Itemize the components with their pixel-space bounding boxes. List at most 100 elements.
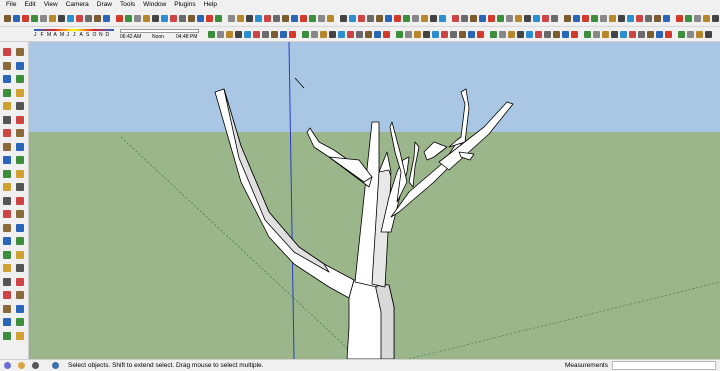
view-tool-icon[interactable] bbox=[611, 31, 618, 38]
view-tool-icon[interactable] bbox=[280, 31, 287, 38]
toolbar-tool-icon[interactable] bbox=[712, 15, 719, 22]
toolbar-tool-icon[interactable] bbox=[461, 15, 468, 22]
toolbar-tool-icon[interactable] bbox=[94, 15, 101, 22]
toolbar-tool-icon[interactable] bbox=[13, 15, 20, 22]
view-tool-icon[interactable] bbox=[620, 31, 627, 38]
toolbar-tool-icon[interactable] bbox=[58, 15, 65, 22]
view-tool-icon[interactable] bbox=[517, 31, 524, 38]
toolbar-tool-icon[interactable] bbox=[524, 15, 531, 22]
toolbar-tool-icon[interactable] bbox=[367, 15, 374, 22]
toolbar-tool-icon[interactable] bbox=[533, 15, 540, 22]
view-tool-icon[interactable] bbox=[535, 31, 542, 38]
view-tool-icon[interactable] bbox=[356, 31, 363, 38]
view-tool-icon[interactable] bbox=[374, 31, 381, 38]
toolbar-tool-icon[interactable] bbox=[282, 15, 289, 22]
credits-icon[interactable] bbox=[18, 362, 25, 369]
view-tool-icon[interactable] bbox=[311, 31, 318, 38]
toolbar-tool-icon[interactable] bbox=[430, 15, 437, 22]
left-tool-icon[interactable] bbox=[3, 169, 11, 178]
toolbar-tool-icon[interactable] bbox=[479, 15, 486, 22]
toolbar-tool-icon[interactable] bbox=[4, 15, 11, 22]
left-tool-icon[interactable] bbox=[3, 291, 11, 299]
left-tool-icon[interactable] bbox=[3, 196, 11, 205]
toolbar-tool-icon[interactable] bbox=[264, 15, 271, 22]
model-viewport[interactable] bbox=[29, 42, 720, 359]
view-tool-icon[interactable] bbox=[571, 31, 578, 38]
view-tool-icon[interactable] bbox=[320, 31, 327, 38]
toolbar-tool-icon[interactable] bbox=[67, 15, 74, 22]
toolbar-tool-icon[interactable] bbox=[206, 15, 213, 22]
toolbar-tool-icon[interactable] bbox=[134, 15, 141, 22]
toolbar-tool-icon[interactable] bbox=[600, 15, 607, 22]
toolbar-tool-icon[interactable] bbox=[694, 15, 701, 22]
toolbar-tool-icon[interactable] bbox=[40, 15, 47, 22]
toolbar-tool-icon[interactable] bbox=[309, 15, 316, 22]
left-tool-icon[interactable] bbox=[3, 48, 11, 56]
left-tool-icon[interactable] bbox=[3, 210, 11, 218]
toolbar-tool-icon[interactable] bbox=[273, 15, 280, 22]
left-tool-icon[interactable] bbox=[3, 223, 11, 232]
left-tool-icon[interactable] bbox=[3, 88, 11, 97]
toolbar-tool-icon[interactable] bbox=[376, 15, 383, 22]
view-tool-icon[interactable] bbox=[705, 31, 712, 38]
toolbar-tool-icon[interactable] bbox=[676, 15, 683, 22]
toolbar-tool-icon[interactable] bbox=[76, 15, 83, 22]
measurements-field[interactable] bbox=[612, 361, 716, 370]
view-tool-icon[interactable] bbox=[226, 31, 233, 38]
user-icon[interactable] bbox=[32, 362, 39, 369]
left-tool-icon[interactable] bbox=[16, 237, 24, 245]
help-icon[interactable] bbox=[52, 362, 59, 369]
view-tool-icon[interactable] bbox=[696, 31, 703, 38]
geo-location-icon[interactable] bbox=[4, 362, 11, 369]
toolbar-tool-icon[interactable] bbox=[103, 15, 110, 22]
menu-draw[interactable]: Draw bbox=[93, 0, 116, 10]
toolbar-tool-icon[interactable] bbox=[421, 15, 428, 22]
left-tool-icon[interactable] bbox=[3, 250, 11, 259]
toolbar-tool-icon[interactable] bbox=[246, 15, 253, 22]
toolbar-tool-icon[interactable] bbox=[488, 15, 495, 22]
view-tool-icon[interactable] bbox=[441, 31, 448, 38]
view-tool-icon[interactable] bbox=[544, 31, 551, 38]
view-tool-icon[interactable] bbox=[678, 31, 685, 38]
left-tool-icon[interactable] bbox=[3, 318, 11, 326]
view-tool-icon[interactable] bbox=[665, 31, 672, 38]
scene-canvas[interactable] bbox=[29, 42, 720, 359]
toolbar-tool-icon[interactable] bbox=[452, 15, 459, 22]
toolbar-tool-icon[interactable] bbox=[551, 15, 558, 22]
view-tool-icon[interactable] bbox=[271, 31, 278, 38]
view-tool-icon[interactable] bbox=[302, 31, 309, 38]
view-tool-icon[interactable] bbox=[235, 31, 242, 38]
toolbar-tool-icon[interactable] bbox=[31, 15, 38, 22]
view-tool-icon[interactable] bbox=[553, 31, 560, 38]
view-tool-icon[interactable] bbox=[459, 31, 466, 38]
toolbar-tool-icon[interactable] bbox=[116, 15, 123, 22]
toolbar-tool-icon[interactable] bbox=[161, 15, 168, 22]
time-slider[interactable] bbox=[120, 29, 199, 33]
view-tool-icon[interactable] bbox=[647, 31, 654, 38]
toolbar-tool-icon[interactable] bbox=[228, 15, 235, 22]
toolbar-tool-icon[interactable] bbox=[237, 15, 244, 22]
left-tool-icon[interactable] bbox=[3, 331, 11, 340]
view-tool-icon[interactable] bbox=[208, 31, 215, 38]
view-tool-icon[interactable] bbox=[602, 31, 609, 38]
view-tool-icon[interactable] bbox=[365, 31, 372, 38]
left-tool-icon[interactable] bbox=[16, 156, 24, 164]
view-tool-icon[interactable] bbox=[656, 31, 663, 38]
left-tool-icon[interactable] bbox=[16, 48, 24, 56]
toolbar-tool-icon[interactable] bbox=[349, 15, 356, 22]
toolbar-tool-icon[interactable] bbox=[582, 15, 589, 22]
view-tool-icon[interactable] bbox=[289, 31, 296, 38]
toolbar-tool-icon[interactable] bbox=[255, 15, 262, 22]
toolbar-tool-icon[interactable] bbox=[645, 15, 652, 22]
left-tool-icon[interactable] bbox=[16, 142, 24, 151]
toolbar-tool-icon[interactable] bbox=[654, 15, 661, 22]
left-tool-icon[interactable] bbox=[16, 250, 24, 259]
toolbar-tool-icon[interactable] bbox=[188, 15, 195, 22]
toolbar-tool-icon[interactable] bbox=[515, 15, 522, 22]
left-tool-icon[interactable] bbox=[16, 210, 24, 218]
view-tool-icon[interactable] bbox=[347, 31, 354, 38]
toolbar-tool-icon[interactable] bbox=[394, 15, 401, 22]
view-tool-icon[interactable] bbox=[562, 31, 569, 38]
view-tool-icon[interactable] bbox=[432, 31, 439, 38]
toolbar-tool-icon[interactable] bbox=[564, 15, 571, 22]
